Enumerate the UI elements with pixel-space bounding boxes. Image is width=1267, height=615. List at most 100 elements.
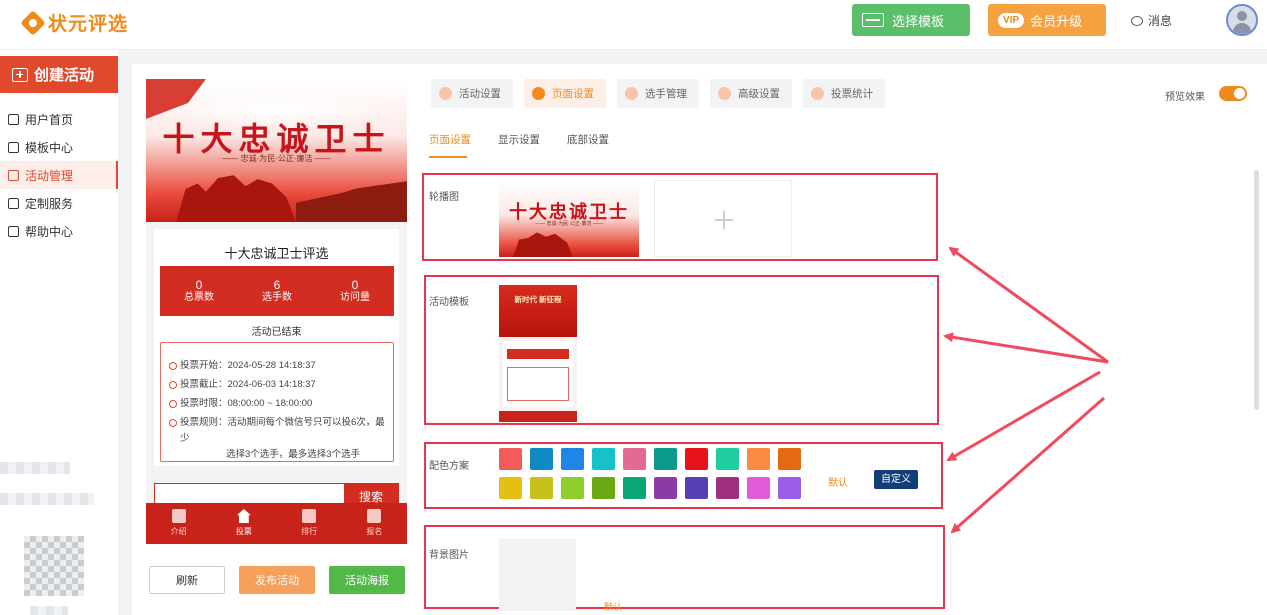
color-swatch[interactable] xyxy=(778,448,801,470)
help-icon xyxy=(8,225,19,237)
color-swatch[interactable] xyxy=(716,477,739,499)
vip-upgrade-button[interactable]: VIP 会员升级 xyxy=(988,4,1106,36)
messages-label: 消息 xyxy=(1148,14,1173,28)
poster-button[interactable]: 活动海报 xyxy=(329,566,405,594)
default-background-option[interactable]: 默认 xyxy=(604,600,622,613)
tab-activity-settings[interactable]: 活动设置 xyxy=(431,79,513,108)
color-swatch[interactable] xyxy=(623,477,646,499)
carousel-image[interactable]: 十大忠诚卫士 —— 忠诚·为民·公正·廉洁 —— xyxy=(499,180,639,257)
preview-banner: 十大忠诚卫士 —— 忠诚·为民·公正·廉洁 —— xyxy=(146,79,407,222)
sidebar-item-home[interactable]: 用户首页 xyxy=(0,105,118,133)
home-icon xyxy=(236,509,251,523)
vip-badge: VIP xyxy=(998,12,1025,28)
color-swatch[interactable] xyxy=(592,477,615,499)
scrollbar[interactable] xyxy=(1254,170,1259,410)
color-swatch[interactable] xyxy=(747,448,770,470)
messages-link[interactable]: 消息 xyxy=(1131,12,1172,29)
add-image-button[interactable] xyxy=(654,180,792,257)
folder-icon xyxy=(8,141,19,153)
tab-intro[interactable]: 介绍 xyxy=(146,503,211,544)
activity-status: 活动已结束 xyxy=(251,327,302,338)
banner-subtitle: —— 忠诚·为民·公正·廉洁 —— xyxy=(222,154,331,163)
background-label: 背景图片 xyxy=(429,550,469,561)
color-swatch[interactable] xyxy=(530,477,553,499)
great-wall-image xyxy=(296,181,407,222)
blurred-qr-code xyxy=(24,536,84,596)
tab-signup[interactable]: 报名 xyxy=(342,503,407,544)
color-swatch[interactable] xyxy=(530,448,553,470)
custom-color-button[interactable]: 自定义 xyxy=(874,470,918,489)
settings-tabs: 活动设置 页面设置 选手管理 高级设置 投票统计 xyxy=(431,79,885,108)
sidebar-item-templates[interactable]: 模板中心 xyxy=(0,133,118,161)
activity-name: 十大忠诚卫士评选 xyxy=(224,246,329,261)
blurred-caption xyxy=(30,606,68,615)
color-swatches xyxy=(499,448,804,499)
vip-upgrade-label: 会员升级 xyxy=(1030,13,1083,29)
stat-value: 0 xyxy=(351,278,359,292)
edit-icon xyxy=(367,509,382,523)
select-template-label: 选择模板 xyxy=(892,13,945,29)
gear-icon xyxy=(718,87,731,100)
logo[interactable]: 状元评选 xyxy=(22,9,128,36)
tab-advanced-settings[interactable]: 高级设置 xyxy=(710,79,792,108)
sidebar-item-custom-service[interactable]: 定制服务 xyxy=(0,189,118,217)
vote-hours: 投票时限：08:00:00 ~ 18:00:00 xyxy=(180,398,313,409)
preview-effect-toggle[interactable] xyxy=(1219,86,1247,101)
subtab-footer-settings[interactable]: 底部设置 xyxy=(567,132,609,147)
info-icon xyxy=(169,419,177,427)
tab-ranking[interactable]: 排行 xyxy=(277,503,342,544)
color-swatch[interactable] xyxy=(654,477,677,499)
users-icon xyxy=(625,87,638,100)
tab-vote-statistics[interactable]: 投票统计 xyxy=(803,79,885,108)
color-swatch[interactable] xyxy=(561,477,584,499)
puzzle-icon xyxy=(8,197,19,209)
subtab-page-settings[interactable]: 页面设置 xyxy=(429,132,471,147)
template-thumbnail[interactable]: 新时代 新征程 xyxy=(499,285,577,422)
color-swatch[interactable] xyxy=(778,477,801,499)
stat-total-votes: 0 总票数 xyxy=(160,266,238,316)
sidebar-item-activities[interactable]: 活动管理 xyxy=(0,161,118,189)
color-swatch[interactable] xyxy=(654,448,677,470)
stats-bar: 0 总票数 6 选手数 0 访问量 xyxy=(160,266,394,316)
stat-label: 总票数 xyxy=(184,292,214,303)
page-icon xyxy=(532,87,545,100)
stat-label: 访问量 xyxy=(340,292,370,303)
sub-tabs: 页面设置 显示设置 底部设置 xyxy=(429,132,609,147)
info-row: 投票规则：活动期间每个微信号只可以投6次，最少 选择3个选手，最多选择3个选手 xyxy=(169,413,387,463)
avatar[interactable] xyxy=(1226,4,1258,36)
stat-visits: 0 访问量 xyxy=(316,266,394,316)
color-swatch[interactable] xyxy=(592,448,615,470)
sidebar-item-label: 定制服务 xyxy=(25,196,74,211)
ticket-icon xyxy=(8,169,19,181)
tab-page-settings[interactable]: 页面设置 xyxy=(524,79,606,108)
color-swatch[interactable] xyxy=(685,477,708,499)
color-swatch[interactable] xyxy=(623,448,646,470)
preview-effect-label: 预览效果 xyxy=(1165,92,1205,103)
color-swatch[interactable] xyxy=(685,448,708,470)
select-template-button[interactable]: 选择模板 xyxy=(852,4,970,36)
vote-rules: 投票规则：活动期间每个微信号只可以投6次，最少 选择3个选手，最多选择3个选手 xyxy=(180,417,385,460)
background-image-upload[interactable] xyxy=(499,539,576,611)
info-row: 投票截止：2024-06-03 14:18:37 xyxy=(169,375,387,394)
subtab-display-settings[interactable]: 显示设置 xyxy=(498,132,540,147)
sidebar: 创建活动 用户首页 模板中心 活动管理 定制服务 帮助中心 xyxy=(0,50,118,615)
color-swatch[interactable] xyxy=(747,477,770,499)
create-activity-button[interactable]: 创建活动 xyxy=(0,56,118,93)
info-row: 投票开始：2024-05-28 14:18:37 xyxy=(169,356,387,375)
color-swatch[interactable] xyxy=(499,448,522,470)
tab-vote[interactable]: 投票 xyxy=(211,503,276,544)
bottom-tab-bar: 介绍 投票 排行 报名 xyxy=(146,503,407,544)
refresh-button[interactable]: 刷新 xyxy=(149,566,225,594)
sidebar-item-help[interactable]: 帮助中心 xyxy=(0,217,118,245)
stat-contestants: 6 选手数 xyxy=(238,266,316,316)
color-swatch[interactable] xyxy=(561,448,584,470)
tab-contestant-management[interactable]: 选手管理 xyxy=(617,79,699,108)
color-swatch[interactable] xyxy=(499,477,522,499)
color-swatch[interactable] xyxy=(716,448,739,470)
clock-icon xyxy=(169,362,177,370)
sidebar-item-label: 帮助中心 xyxy=(25,224,74,239)
blurred-contact-1 xyxy=(0,462,70,474)
info-row: 投票时限：08:00:00 ~ 18:00:00 xyxy=(169,394,387,413)
default-color-option[interactable]: 默认 xyxy=(828,474,848,489)
publish-button[interactable]: 发布活动 xyxy=(239,566,315,594)
